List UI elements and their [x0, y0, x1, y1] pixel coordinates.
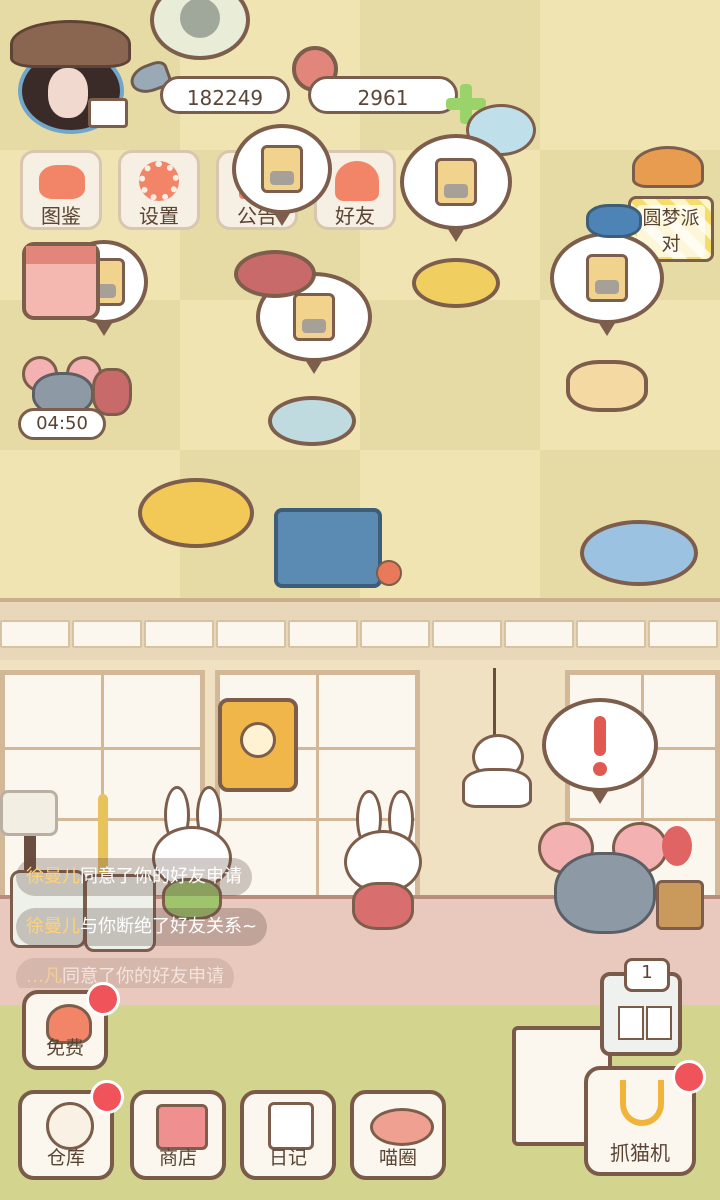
floor-tile [360, 300, 540, 450]
menu-catalog-label: 图鉴 [41, 204, 81, 228]
nav-circle-button[interactable]: 喵圈 [350, 1090, 446, 1180]
wall-phone[interactable] [218, 698, 298, 792]
hat-icon [10, 20, 131, 68]
scarf-icon [586, 204, 642, 238]
storage-badge [90, 1080, 124, 1114]
nav-shop-button[interactable]: 商店 [130, 1090, 226, 1180]
red-bowl-small [92, 368, 132, 416]
calendar-icon[interactable] [22, 242, 100, 320]
food-bag-icon [586, 254, 628, 302]
bunny-cat-sprite[interactable] [344, 790, 424, 930]
heart-counter: 2961 [308, 76, 458, 114]
mouse-cat-sprite[interactable] [22, 352, 102, 416]
cat-book-icon [39, 165, 85, 199]
nav-storage-label: 仓库 [46, 1147, 85, 1169]
cooldown-timer: 04:50 [18, 408, 106, 440]
steamer-basket[interactable] [566, 360, 648, 412]
blue-cushion[interactable] [580, 520, 698, 586]
red-bowl[interactable] [234, 250, 316, 298]
pineapple-cushion[interactable] [138, 478, 254, 548]
friends-icon [335, 161, 379, 201]
carrot-icon [376, 560, 402, 586]
wall-rail [0, 598, 720, 666]
nav-circle-label: 喵圈 [378, 1147, 417, 1169]
food-bag-icon [293, 293, 335, 341]
nav-shop-label: 商店 [158, 1147, 197, 1169]
flower-pot [652, 826, 704, 930]
burger-icon [632, 146, 704, 188]
nav-diary-label: 日记 [268, 1147, 307, 1169]
claw-machine-icon[interactable]: 1 [600, 958, 682, 1056]
chat-toggle-icon[interactable] [0, 790, 58, 836]
message-item: …凡同意了你的好友申请 [16, 958, 234, 988]
menu-friends-label: 好友 [335, 204, 375, 228]
free-label: 免费 [45, 1037, 84, 1059]
food-bag-icon [435, 158, 477, 206]
claw-machine-label: 抓猫机 [610, 1141, 670, 1165]
message-item: 徐曼儿与你断绝了好友关系~ [16, 908, 268, 946]
message-item: 徐曼儿同意了你的好友申请 [16, 858, 252, 896]
food-bag-icon [261, 145, 303, 193]
cat-planet-icon [370, 1108, 434, 1146]
alert-bubble[interactable] [542, 698, 658, 804]
avatar-face [48, 68, 88, 118]
claw-icon [620, 1080, 664, 1126]
food-request-bubble[interactable] [550, 232, 664, 336]
message-feed: 徐曼儿同意了你的好友申请 徐曼儿与你断绝了好友关系~ …凡同意了你的好友申请 [16, 858, 316, 988]
coin-counter: 182249 [160, 76, 290, 114]
food-request-bubble[interactable] [400, 134, 512, 242]
claw-count: 1 [624, 958, 670, 992]
blue-bag-bed[interactable] [274, 508, 382, 588]
blue-bowl[interactable] [268, 396, 356, 446]
yellow-bowl[interactable] [412, 258, 500, 308]
nav-diary-button[interactable]: 日记 [240, 1090, 336, 1180]
claw-badge [672, 1060, 706, 1094]
mail-icon[interactable] [88, 98, 128, 128]
menu-settings-label: 设置 [139, 204, 179, 228]
food-request-bubble[interactable] [232, 124, 332, 226]
exclamation-icon [594, 716, 606, 756]
mouse-cat-sprite[interactable] [538, 822, 668, 934]
teru-teru-bozu[interactable] [460, 668, 532, 808]
free-badge [86, 982, 120, 1016]
gear-icon [139, 161, 179, 201]
